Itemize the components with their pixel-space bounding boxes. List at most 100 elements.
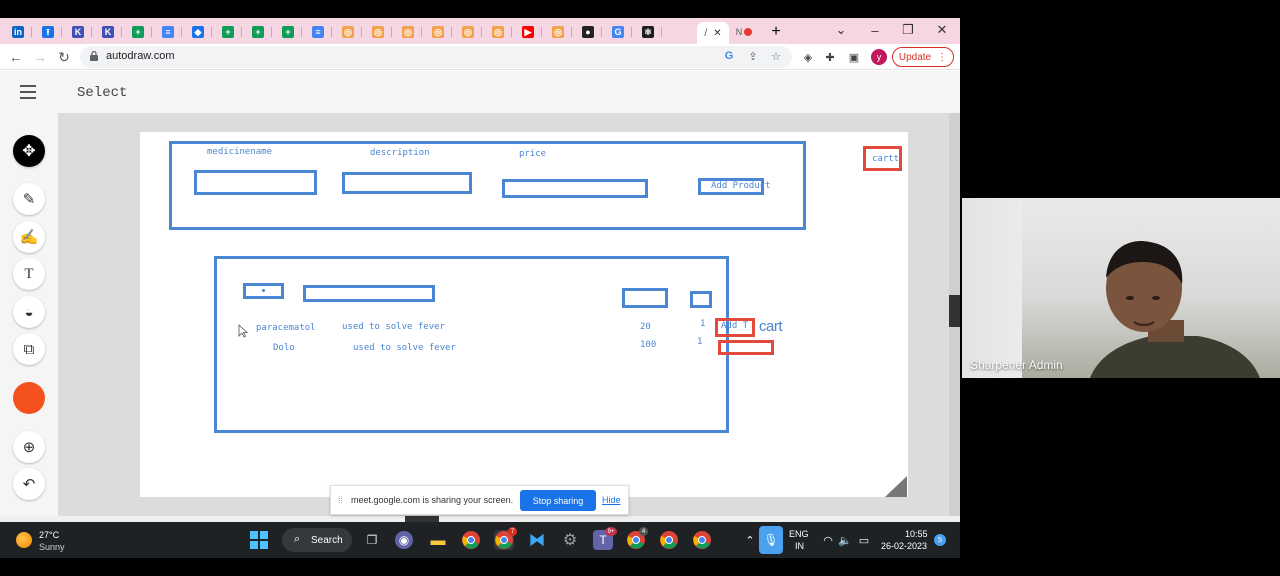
tab-separator [121,27,122,37]
drag-grip-icon[interactable]: ⁞⁞ [338,495,343,505]
teams-chat-icon[interactable]: ◉ [395,531,413,549]
browser-tab[interactable]: G [604,22,632,42]
form-label-price: price [519,149,547,159]
browser-tab[interactable]: ◎ [364,22,392,42]
clock-date[interactable]: 26-02-2023 [881,541,927,551]
restore-icon[interactable]: ❐ [893,18,923,42]
profile-avatar[interactable]: y [871,49,887,65]
bottom-letterbox [0,558,960,576]
browser-tab[interactable]: ⚛ [634,22,662,42]
k-icon: K [102,26,114,38]
new-tab-icon[interactable]: + [762,22,790,42]
side-panel-icon[interactable]: ▣ [846,49,862,65]
orange-badge-icon: ◎ [342,26,354,38]
browser-tab[interactable]: + [124,22,152,42]
weather-condition: Sunny [39,542,65,552]
browser-tab[interactable]: ◎ [394,22,422,42]
reload-icon[interactable]: ↻ [54,47,74,67]
google-lens-icon[interactable]: G [721,48,737,64]
canvas-resize-corner[interactable] [885,476,907,497]
chrome-profile-4-icon[interactable] [692,530,712,550]
vertical-scroll-thumb[interactable] [949,295,960,327]
extra-tab-glyph: N [735,27,743,37]
extensions-puzzle-icon[interactable]: ✚ [822,49,838,65]
browser-tab[interactable]: in [4,22,32,42]
close-window-icon[interactable]: ✕ [927,18,957,42]
tab-separator [61,27,62,37]
browser-tab[interactable]: ◆ [184,22,212,42]
browser-tab[interactable]: N [730,22,758,42]
browser-tab[interactable]: ⭱ [34,22,62,42]
language-bottom[interactable]: IN [795,541,804,551]
browser-tab[interactable]: ● [574,22,602,42]
draw-pen-tool-icon[interactable]: ✍ [13,221,45,253]
bookmark-star-icon[interactable]: ☆ [768,48,784,64]
windows-start-icon[interactable] [249,530,269,550]
shape-tool-icon[interactable]: ⧉ [13,333,45,365]
fill-bucket-tool-icon[interactable]: ◒ [13,296,45,328]
address-bar[interactable]: autodraw.com [80,46,792,68]
youtube-icon: ▶ [522,26,534,38]
volume-icon[interactable]: 🔈 [835,530,855,550]
extension-translate-icon[interactable]: ◈ [800,49,816,65]
show-hidden-icons-chevron-icon[interactable]: ⌃ [740,530,760,550]
browser-tab[interactable]: ◎ [544,22,572,42]
clock-time[interactable]: 10:55 [905,529,928,539]
teams-badge: 9+ [605,527,617,536]
row-price-box-sketch [622,288,668,308]
react-icon: ⚛ [642,26,654,38]
browser-tab[interactable]: ◎ [454,22,482,42]
type-text-tool-icon[interactable]: T [13,258,45,290]
browser-tab[interactable]: + [214,22,242,42]
file-explorer-icon[interactable]: ▬ [428,530,448,550]
browser-tab[interactable]: K [64,22,92,42]
row-name-box-sketch [303,285,435,302]
task-view-icon[interactable]: ❐ [362,530,382,550]
form-label-description: description [370,148,430,158]
language-top[interactable]: ENG [789,529,809,539]
browser-tab[interactable]: K [94,22,122,42]
tab-separator [391,27,392,37]
notification-badge[interactable]: 5 [934,534,946,546]
browser-tab[interactable]: ◎ [424,22,452,42]
browser-tab[interactable]: ◎ [334,22,362,42]
browser-tab[interactable]: ≡ [154,22,182,42]
close-tab-icon[interactable]: ✕ [713,28,721,39]
sheets-icon: + [252,26,264,38]
move-select-tool-icon[interactable]: ✥ [13,135,45,167]
menu-hamburger-icon[interactable] [20,85,36,99]
mouse-cursor-icon [238,324,248,338]
orange-badge-icon: ◎ [492,26,504,38]
active-browser-tab[interactable]: / ✕ [697,22,729,44]
tab-separator [91,27,92,37]
tab-search-icon[interactable]: ⌄ [826,18,856,42]
forward-icon[interactable]: → [30,47,50,67]
tab-separator [421,27,422,37]
back-icon[interactable]: ← [6,47,26,67]
video-background [962,198,1022,378]
settings-gear-icon[interactable]: ⚙ [560,530,580,550]
taskbar-search[interactable]: ⌕ Search [282,528,352,552]
browser-tab[interactable]: + [274,22,302,42]
sunny-weather-icon[interactable] [16,532,32,548]
color-picker[interactable] [13,382,45,414]
update-button[interactable]: Update ⋮ [892,47,954,67]
minimize-icon[interactable]: – [860,18,890,42]
share-icon[interactable]: ⇪ [745,48,761,64]
browser-tab[interactable]: ≡ [304,22,332,42]
chrome-profile-3-icon[interactable] [659,530,679,550]
chrome-icon[interactable] [461,530,481,550]
microphone-icon[interactable]: 🎙 [759,526,783,554]
k-icon: K [72,26,84,38]
hide-link[interactable]: Hide [602,495,621,505]
search-label: Search [311,535,343,546]
stop-sharing-button[interactable]: Stop sharing [520,490,596,511]
zoom-tool-icon[interactable]: ⊕ [13,431,45,463]
autodraw-tool-icon[interactable]: ✎ [13,183,45,215]
battery-icon[interactable]: ▭ [854,530,874,550]
undo-icon[interactable]: ↶ [13,468,45,500]
browser-tab[interactable]: ▶ [514,22,542,42]
vscode-icon[interactable]: ⧓ [527,530,547,550]
browser-tab[interactable]: + [244,22,272,42]
browser-tab[interactable]: ◎ [484,22,512,42]
